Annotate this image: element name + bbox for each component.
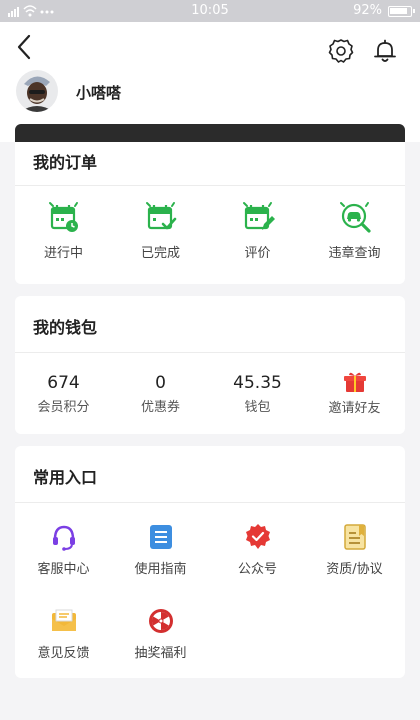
calendar-edit-icon: [209, 200, 306, 236]
shortcuts-title: 常用入口: [33, 468, 98, 487]
orders-divider: [15, 185, 405, 186]
wallet-points[interactable]: 674 会员积分: [15, 373, 112, 415]
balance-value: 45.35: [233, 373, 282, 393]
username: 小嗒嗒: [76, 84, 122, 102]
shortcut-official-account[interactable]: 公众号: [209, 522, 306, 577]
order-completed[interactable]: 已完成: [112, 200, 209, 261]
shortcut-label: 客服中心: [37, 562, 90, 577]
calendar-check-icon: [112, 200, 209, 236]
shortcut-label: 意见反馈: [37, 646, 90, 661]
wallet-card: 我的钱包 674 会员积分 0 优惠券 45.35 钱包 邀请好友: [15, 296, 405, 434]
coupons-label: 优惠券: [140, 400, 180, 415]
wallet-title: 我的钱包: [33, 318, 98, 337]
points-label: 会员积分: [37, 400, 90, 415]
coupons-value: 0: [155, 373, 166, 393]
shortcut-label: 使用指南: [134, 562, 187, 577]
order-label: 评价: [244, 246, 271, 261]
shortcut-feedback[interactable]: 意见反馈: [15, 606, 112, 661]
wallet-divider: [15, 352, 405, 353]
order-label: 已完成: [140, 246, 180, 261]
profile-header: 小嗒嗒: [0, 22, 420, 142]
badge-check-icon: [209, 522, 306, 552]
shortcut-lottery-benefits[interactable]: 抽奖福利: [112, 606, 209, 661]
status-bar: 10:05 92%: [0, 0, 420, 22]
wallet-coupons[interactable]: 0 优惠券: [112, 373, 209, 415]
points-value: 674: [47, 373, 80, 393]
invite-label: 邀请好友: [328, 401, 381, 416]
document-bookmark-icon: [306, 522, 403, 552]
shortcut-customer-service[interactable]: 客服中心: [15, 522, 112, 577]
back-arrow-icon[interactable]: [10, 32, 40, 62]
wallet-invite-friends[interactable]: 邀请好友: [306, 371, 403, 416]
orders-card: 我的订单 进行中 已完成 评价 违章查询: [15, 142, 405, 284]
order-violation-query[interactable]: 违章查询: [306, 200, 403, 261]
balance-label: 钱包: [244, 400, 271, 415]
prize-wheel-icon: [112, 606, 209, 636]
shortcut-label: 公众号: [237, 562, 277, 577]
battery-icon: [388, 6, 415, 17]
shortcut-user-guide[interactable]: 使用指南: [112, 522, 209, 577]
battery-percentage: 92%: [353, 3, 382, 18]
car-search-icon: [306, 200, 403, 236]
shortcuts-divider: [15, 502, 405, 503]
shortcut-label: 抽奖福利: [134, 646, 187, 661]
shortcut-label: 资质/协议: [326, 562, 383, 577]
order-label: 违章查询: [328, 246, 381, 261]
bell-icon[interactable]: [371, 37, 399, 65]
order-review[interactable]: 评价: [209, 200, 306, 261]
avatar[interactable]: [16, 70, 58, 112]
shortcut-qualification-agreement[interactable]: 资质/协议: [306, 522, 403, 577]
shortcuts-card: 常用入口 客服中心 使用指南 公众号 资质/协议 意见反馈 抽奖福利: [15, 446, 405, 678]
orders-title: 我的订单: [33, 153, 98, 172]
banner-strip: [15, 124, 405, 142]
guide-list-icon: [112, 522, 209, 552]
wallet-balance[interactable]: 45.35 钱包: [209, 373, 306, 415]
calendar-clock-icon: [15, 200, 112, 236]
gear-icon[interactable]: [327, 37, 355, 65]
gift-icon: [306, 371, 403, 395]
mail-icon: [15, 606, 112, 636]
headset-icon: [15, 522, 112, 552]
order-in-progress[interactable]: 进行中: [15, 200, 112, 261]
order-label: 进行中: [43, 246, 83, 261]
